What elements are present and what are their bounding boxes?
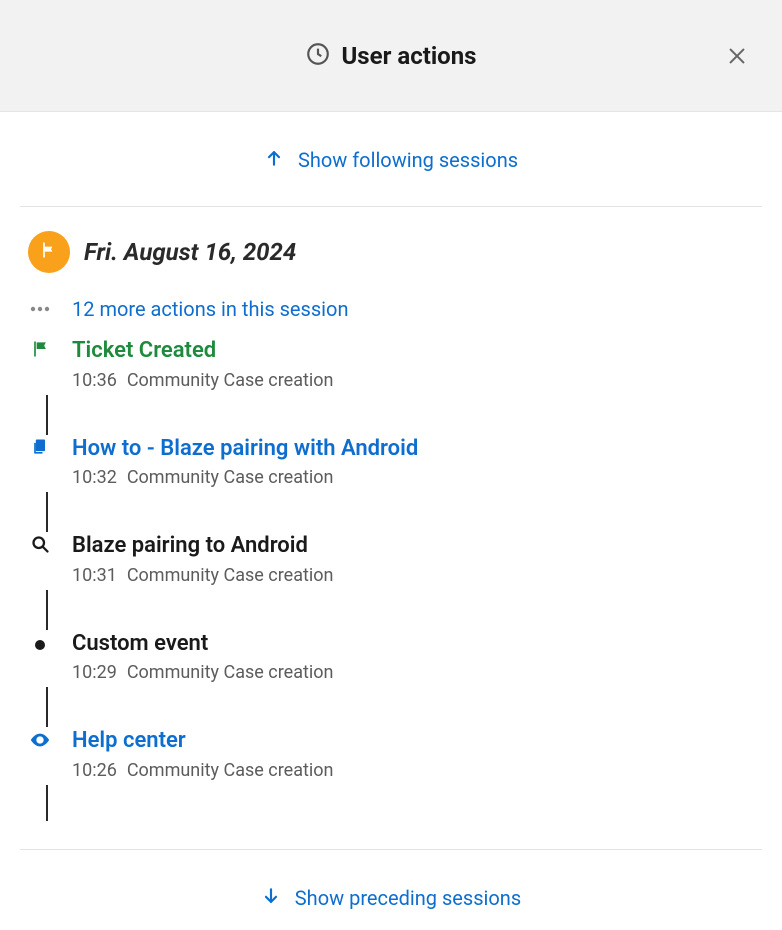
show-preceding-row: Show preceding sessions <box>0 850 782 920</box>
event-time: 10:32 <box>72 467 117 488</box>
clock-icon <box>305 41 331 71</box>
event-subtitle: Community Case creation <box>127 370 334 391</box>
event-time: 10:31 <box>72 565 117 586</box>
more-actions-link[interactable]: 12 more actions in this session <box>72 297 349 321</box>
event-meta: 10:32 Community Case creation <box>72 467 754 488</box>
timeline-event: Custom event 10:29 Community Case creati… <box>28 630 754 688</box>
event-meta: 10:31 Community Case creation <box>72 565 754 586</box>
connector-line <box>46 492 48 532</box>
connector-line <box>46 590 48 630</box>
timeline-event: Help center 10:26 Community Case creatio… <box>28 727 754 785</box>
flag-icon <box>30 339 50 363</box>
document-icon <box>30 437 50 461</box>
event-title-link[interactable]: Help center <box>72 727 754 756</box>
connector <box>28 687 754 727</box>
connector-line <box>46 395 48 435</box>
event-title: Ticket Created <box>72 337 754 366</box>
event-icon-col <box>28 727 52 755</box>
panel-header: User actions <box>0 0 782 112</box>
connector <box>28 590 754 630</box>
timeline: Ticket Created 10:36 Community Case crea… <box>28 337 754 821</box>
session-date-row: Fri. August 16, 2024 <box>28 231 754 273</box>
flag-icon <box>39 240 59 264</box>
event-title: Custom event <box>72 630 754 659</box>
event-subtitle: Community Case creation <box>127 467 334 488</box>
connector <box>28 395 754 435</box>
event-subtitle: Community Case creation <box>127 565 334 586</box>
event-icon-col <box>28 435 52 461</box>
connector <box>28 492 754 532</box>
event-meta: 10:29 Community Case creation <box>72 662 754 683</box>
connector-line <box>46 785 48 821</box>
panel-title: User actions <box>341 42 476 70</box>
timeline-event: How to - Blaze pairing with Android 10:3… <box>28 435 754 493</box>
show-following-link[interactable]: Show following sessions <box>298 148 518 172</box>
event-title-link[interactable]: How to - Blaze pairing with Android <box>72 435 754 464</box>
event-meta: 10:36 Community Case creation <box>72 370 754 391</box>
event-icon-col <box>28 532 52 559</box>
session-date: Fri. August 16, 2024 <box>84 238 296 266</box>
event-subtitle: Community Case creation <box>127 760 334 781</box>
timeline-event: Ticket Created 10:36 Community Case crea… <box>28 337 754 395</box>
arrow-down-icon <box>261 886 281 910</box>
event-title: Blaze pairing to Android <box>72 532 754 561</box>
event-meta: 10:26 Community Case creation <box>72 760 754 781</box>
connector-line <box>46 687 48 727</box>
event-icon-col <box>28 630 52 650</box>
event-subtitle: Community Case creation <box>127 662 334 683</box>
event-time: 10:36 <box>72 370 117 391</box>
arrow-up-icon <box>264 148 284 172</box>
dot-icon <box>35 640 45 650</box>
event-time: 10:29 <box>72 662 117 683</box>
eye-icon <box>29 729 51 755</box>
event-icon-col <box>28 337 52 363</box>
more-dots-icon <box>28 306 52 312</box>
search-icon <box>30 534 51 559</box>
session-block: Fri. August 16, 2024 12 more actions in … <box>0 207 782 849</box>
close-button[interactable] <box>720 39 754 73</box>
session-flag-badge <box>28 231 70 273</box>
timeline-event: Blaze pairing to Android 10:31 Community… <box>28 532 754 590</box>
show-preceding-link[interactable]: Show preceding sessions <box>295 886 521 910</box>
header-title-wrap: User actions <box>305 41 476 71</box>
event-time: 10:26 <box>72 760 117 781</box>
more-actions-row: 12 more actions in this session <box>28 297 754 321</box>
close-icon <box>726 45 748 67</box>
show-following-row: Show following sessions <box>0 112 782 206</box>
connector <box>28 785 754 821</box>
